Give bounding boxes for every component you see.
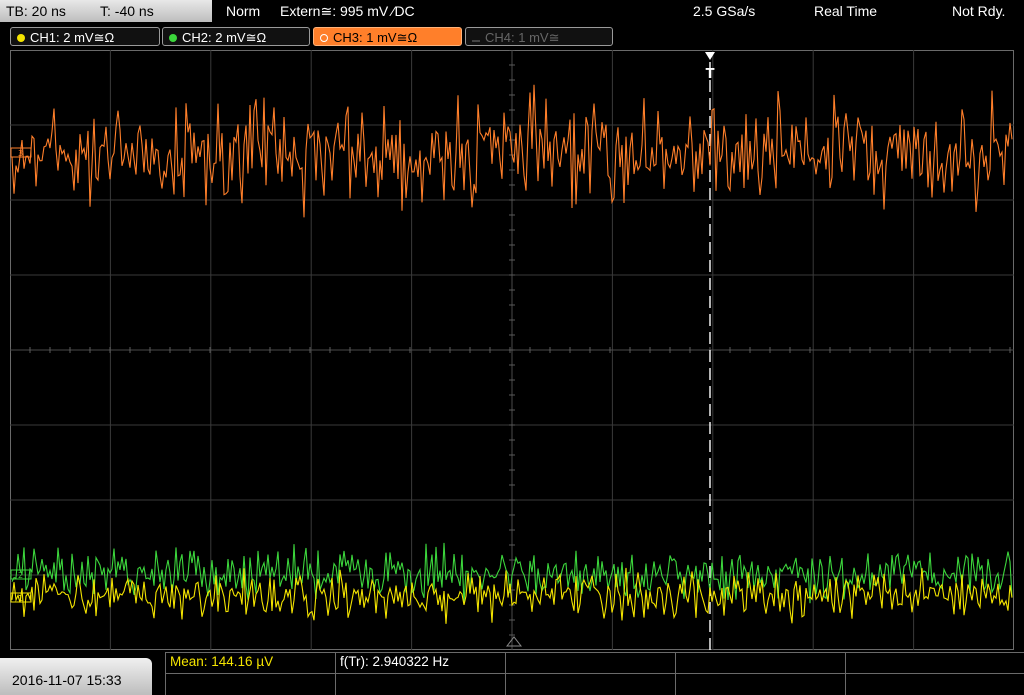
trigger-mode[interactable]: Norm <box>226 3 260 19</box>
run-state: Not Rdy. <box>952 3 1006 19</box>
sample-rate[interactable]: 2.5 GSa/s <box>693 3 755 19</box>
channel-3-button[interactable]: CH3: 1 mV≅Ω <box>313 27 462 46</box>
ch3-marker-label: 3 <box>18 149 23 158</box>
trigger-marker: T <box>706 67 715 82</box>
channel-2-button[interactable]: CH2: 2 mV≅Ω <box>162 27 310 46</box>
trigger-frequency[interactable]: f(Tr): 2.940322 Hz <box>340 654 449 669</box>
trigger-source[interactable]: Extern≅: 995 mV ⁄DC <box>280 3 415 20</box>
ch4-label: CH4: 1 mV≅ <box>485 30 560 45</box>
ch3-label: CH3: 1 mV≅Ω <box>333 30 418 45</box>
channel-4-button[interactable]: CH4: 1 mV≅ <box>465 27 613 46</box>
ch1-label: CH1: 2 mV≅Ω <box>30 30 115 45</box>
time-offset-label: T: -40 ns <box>100 3 154 19</box>
ch3-dot-icon <box>320 34 328 42</box>
date-time: 2016-11-07 15:33 <box>12 672 122 688</box>
ch4-off-icon <box>472 40 480 42</box>
ch1-dot-icon <box>17 34 25 42</box>
acquisition-mode[interactable]: Real Time <box>814 3 877 19</box>
ch2-marker-label: 2 <box>18 571 23 580</box>
timebase-label: TB: 20 ns <box>6 3 66 19</box>
ch1-marker-label: 1 <box>18 594 23 603</box>
bottom-bar: 2016-11-07 15:33 Mean: 144.16 µV f(Tr): … <box>0 652 1024 695</box>
ch2-label: CH2: 2 mV≅Ω <box>182 30 267 45</box>
ch2-dot-icon <box>169 34 177 42</box>
measurement-table-lines <box>165 652 1024 695</box>
channel-bar: CH1: 2 mV≅Ω CH2: 2 mV≅Ω CH3: 1 mV≅Ω CH4:… <box>0 26 1024 48</box>
timebase-box[interactable]: TB: 20 ns T: -40 ns <box>0 0 212 22</box>
channel-1-button[interactable]: CH1: 2 mV≅Ω <box>10 27 160 46</box>
date-time-box[interactable]: 2016-11-07 15:33 <box>0 658 152 695</box>
waveform-display[interactable]: T 3 2 1 <box>10 50 1014 650</box>
mean-measurement[interactable]: Mean: 144.16 µV <box>170 654 273 669</box>
top-status-bar: TB: 20 ns T: -40 ns Norm Extern≅: 995 mV… <box>0 0 1024 24</box>
